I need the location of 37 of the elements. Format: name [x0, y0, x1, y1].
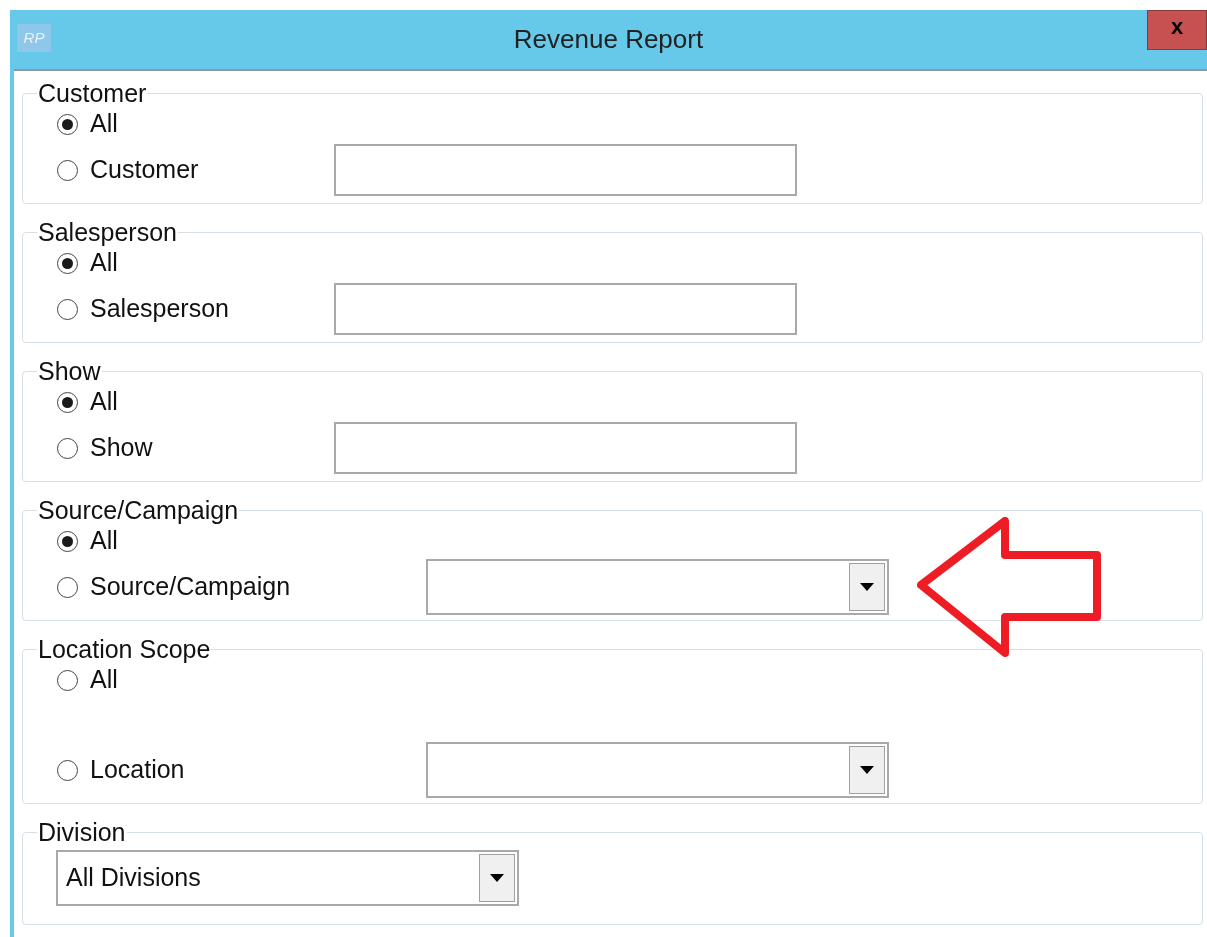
input-field[interactable] — [334, 144, 797, 196]
group-title: Show — [37, 357, 102, 385]
group-title: Customer — [37, 79, 148, 107]
window-title: Revenue Report — [513, 23, 704, 56]
radio-button[interactable] — [57, 113, 78, 135]
input-field[interactable] — [334, 283, 797, 335]
caret-icon — [860, 583, 874, 591]
radio-label: All — [90, 525, 118, 557]
caret-icon — [490, 874, 504, 882]
group-title: Division — [37, 818, 127, 846]
radio-button[interactable] — [57, 437, 78, 459]
close-button[interactable]: x — [1147, 10, 1207, 50]
group-title: Source/Campaign — [37, 496, 240, 524]
radio-label: Source/Campaign — [90, 571, 291, 603]
radio-button[interactable] — [57, 391, 78, 413]
radio-label: Location — [90, 754, 185, 786]
radio-label: All — [90, 247, 118, 279]
radio-button[interactable] — [57, 759, 78, 781]
radio-label: All — [90, 108, 118, 140]
radio-label: All — [90, 664, 118, 696]
radio-button[interactable] — [57, 159, 78, 181]
input-field[interactable] — [334, 422, 797, 474]
app-logo: RP — [17, 24, 51, 52]
radio-label: Salesperson — [90, 293, 229, 325]
radio-button[interactable] — [57, 576, 78, 598]
caret-icon — [860, 766, 874, 774]
radio-label: All — [90, 386, 118, 418]
group-title: Salesperson — [37, 218, 178, 246]
dropdown[interactable]: All Divisions — [56, 850, 519, 906]
radio-label: Customer — [90, 154, 199, 186]
dropdown-value: All Divisions — [66, 862, 201, 894]
group-title: Location Scope — [37, 635, 212, 663]
radio-button[interactable] — [57, 669, 78, 691]
radio-button[interactable] — [57, 252, 78, 274]
radio-button[interactable] — [57, 298, 78, 320]
radio-button[interactable] — [57, 530, 78, 552]
radio-label: Show — [90, 432, 153, 464]
